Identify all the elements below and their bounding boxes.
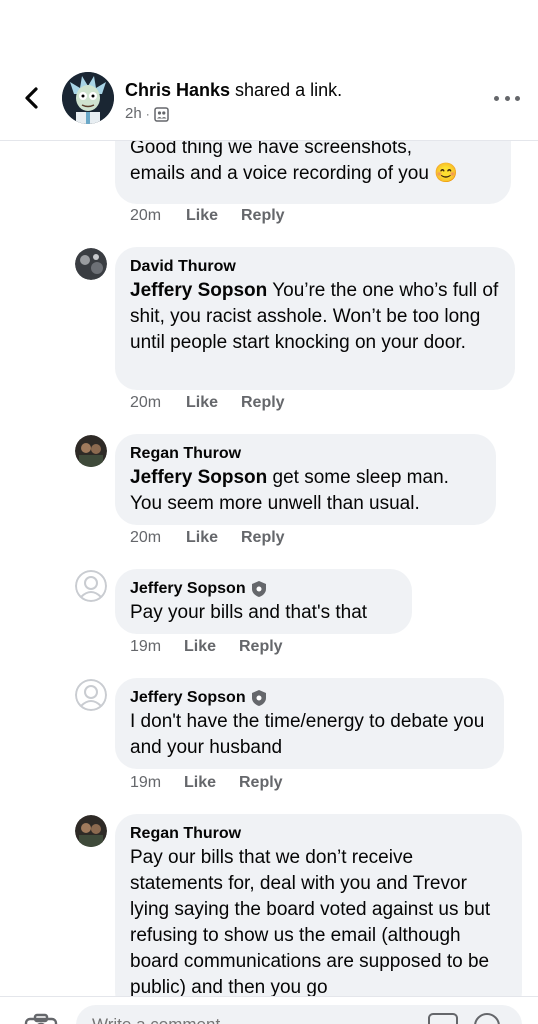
reply-button[interactable]: Reply [241,528,285,548]
like-button[interactable]: Like [184,637,239,657]
post-comments-screen: Good thing we have screenshots, emails a… [0,0,538,1024]
avatar[interactable] [75,815,107,847]
reply-button[interactable]: Reply [241,393,285,413]
comment-author-name: Jeffery Sopson [130,689,246,706]
post-header: Chris Hanks shared a link. 2h · [0,0,538,141]
comment-time: 19m [130,774,162,791]
post-time[interactable]: 2h [125,104,142,124]
comment-time: 19m [130,638,162,655]
comment-author[interactable]: Jeffery Sopson [130,578,396,600]
composer-actions [428,1013,500,1024]
author-avatar[interactable] [62,72,114,124]
avatar[interactable] [75,435,107,467]
comment-text: Jeffery Sopson get some sleep man. You s… [130,465,480,517]
comment-author[interactable]: David Thurow [130,256,499,278]
comment-actions: 20m Like Reply [130,528,285,548]
more-icon-dot [515,95,520,101]
more-options-button[interactable] [494,88,520,108]
back-arrow-icon [25,87,38,109]
gif-icon[interactable] [428,1013,458,1024]
like-button[interactable]: Like [186,393,241,413]
comment-time: 20m [130,207,162,224]
reply-button[interactable]: Reply [239,637,283,657]
mention-link[interactable]: Jeffery Sopson [130,467,267,488]
comment-author[interactable]: Regan Thurow [130,823,506,845]
emoji-icon[interactable] [474,1013,500,1024]
comment-text: I don't have the time/energy to debate y… [130,711,485,758]
comment-time: 20m [130,529,162,546]
like-button[interactable]: Like [186,206,241,226]
reply-button[interactable]: Reply [241,206,285,226]
comment-actions: 19m Like Reply [130,773,283,793]
avatar[interactable] [75,248,107,280]
camera-icon [24,1013,58,1024]
post-meta: 2h · [125,104,169,124]
reply-button[interactable]: Reply [239,773,283,793]
comment-bubble[interactable]: Jeffery Sopson Pay your bills and that's… [115,569,412,634]
mention-link[interactable]: Jeffery Sopson [130,280,267,301]
like-button[interactable]: Like [184,773,239,793]
shield-icon [251,690,266,706]
comment-composer [0,996,538,1024]
comment-bubble[interactable]: Jeffery Sopson I don't have the time/ene… [115,678,504,769]
comment-author[interactable]: Jeffery Sopson [130,687,488,709]
more-icon-dot [494,95,499,101]
back-button[interactable] [18,84,46,112]
audience-icon[interactable] [153,106,169,122]
comments-list: Good thing we have screenshots, emails a… [0,0,538,1024]
comment-time: 20m [130,394,162,411]
comment-text: Good thing we have screenshots, emails a… [130,135,495,187]
avatar[interactable] [75,570,107,602]
post-author-line: Chris Hanks shared a link. [125,79,342,101]
comment-bubble[interactable]: Regan Thurow Jeffery Sopson get some sle… [115,434,496,525]
comment-actions: 19m Like Reply [130,637,283,657]
comment-author-name: Jeffery Sopson [130,580,246,597]
shield-icon [251,581,266,597]
post-action-text: shared a link. [230,80,343,100]
comment-text: Pay your bills and that's that [130,602,368,623]
more-icon-dot [504,95,510,101]
avatar[interactable] [75,679,107,711]
comment-bubble[interactable]: David Thurow Jeffery Sopson You’re the o… [115,247,515,390]
comment-actions: 20m Like Reply [130,393,285,413]
comment-bubble[interactable]: Regan Thurow Pay our bills that we don’t… [115,814,522,1014]
comment-text: Pay our bills that we don’t receive stat… [130,847,491,998]
comment-text: Jeffery Sopson You’re the one who’s full… [130,278,499,356]
like-button[interactable]: Like [186,528,241,548]
comment-actions: 20m Like Reply [130,206,285,226]
meta-separator: · [145,107,150,121]
comment-author[interactable]: Regan Thurow [130,443,480,465]
author-name[interactable]: Chris Hanks [125,80,230,100]
camera-button[interactable] [24,1013,58,1024]
comment-text-line: emails and a voice recording of you 😊 [130,163,458,184]
